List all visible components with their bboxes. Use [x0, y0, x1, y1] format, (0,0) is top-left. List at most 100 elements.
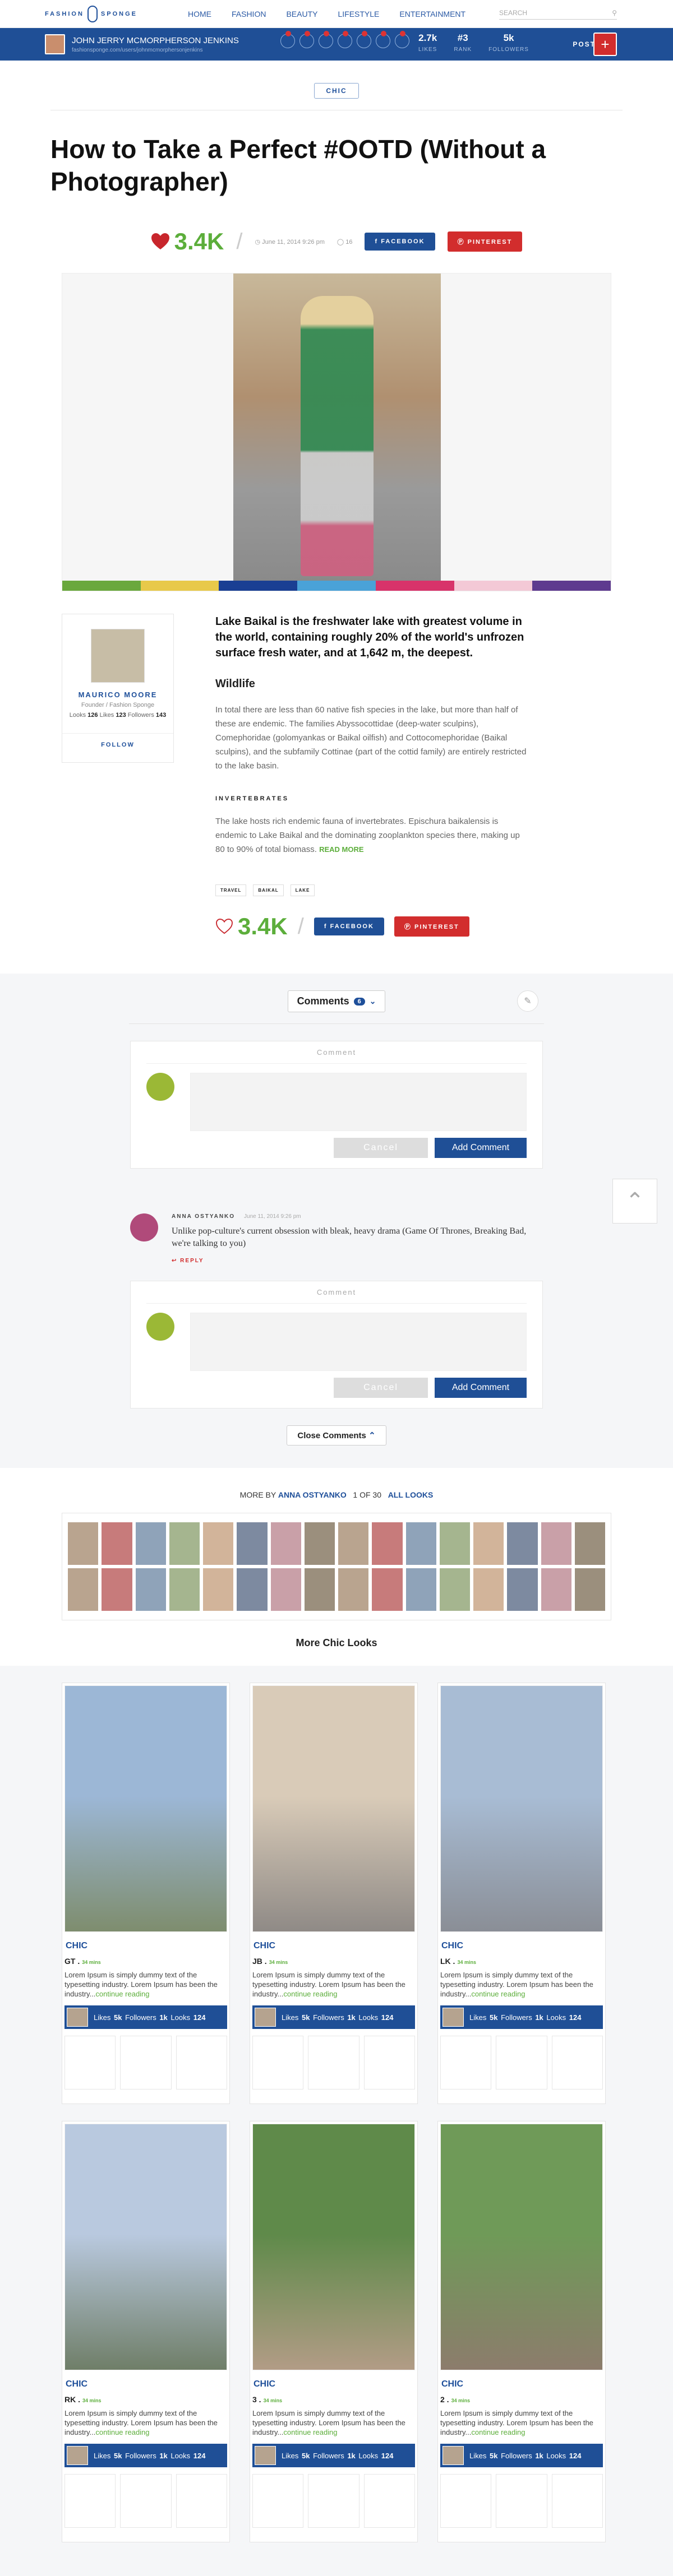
post-link[interactable]: POST [573, 40, 596, 48]
look-card[interactable]: CHIC 2 . 34 mins Lorem Ipsum is simply dumm… [437, 2121, 606, 2542]
tag-lake[interactable]: LAKE [290, 884, 315, 896]
look-image[interactable] [64, 2124, 227, 2370]
add-post-button[interactable]: + [593, 33, 617, 56]
look-author[interactable]: RK . 34 mins [64, 2395, 227, 2404]
related-slot[interactable] [120, 2036, 172, 2089]
author-name[interactable]: MAURICO MOORE [62, 691, 173, 699]
related-slot[interactable] [363, 2036, 415, 2089]
look-thumbnail[interactable] [372, 1522, 403, 1565]
more-by-author[interactable]: ANNA OSTYANKO [278, 1490, 347, 1499]
related-slot[interactable] [252, 2036, 304, 2089]
related-slot[interactable] [64, 2036, 116, 2089]
search-icon[interactable]: ⚲ [612, 9, 617, 17]
look-thumbnail[interactable] [473, 1568, 504, 1611]
site-logo[interactable]: FASHION SPONGE [45, 5, 137, 22]
look-author-avatar[interactable] [255, 2008, 276, 2027]
tag-travel[interactable]: TRAVEL [215, 884, 247, 896]
look-thumbnail[interactable] [237, 1522, 268, 1565]
look-category[interactable]: CHIC [252, 1941, 415, 1951]
pinterest-share-button[interactable]: Ⓟ PINTEREST [447, 231, 523, 252]
category-pill[interactable]: CHIC [314, 83, 359, 99]
continue-reading-link[interactable]: continue reading [283, 2428, 337, 2436]
look-author[interactable]: LK . 34 mins [440, 1957, 603, 1966]
related-slot[interactable] [551, 2474, 603, 2528]
look-thumbnail[interactable] [237, 1568, 268, 1611]
look-thumbnail[interactable] [574, 1568, 605, 1611]
continue-reading-link[interactable]: continue reading [283, 1990, 337, 1998]
menu-item-fashion[interactable]: FASHION [232, 10, 266, 18]
globe-icon[interactable] [395, 31, 409, 48]
look-author[interactable]: 3 . 34 mins [252, 2395, 415, 2404]
search-input[interactable]: SEARCH ⚲ [499, 7, 617, 20]
user-name[interactable]: JOHN JERRY MCMORPHERSON JENKINS [72, 36, 239, 45]
author-avatar[interactable] [91, 629, 145, 683]
look-author[interactable]: JB . 34 mins [252, 1957, 415, 1966]
look-author[interactable]: 2 . 34 mins [440, 2395, 603, 2404]
follow-button[interactable]: FOLLOW [62, 733, 173, 748]
look-thumbnail[interactable] [270, 1568, 301, 1611]
add-reply-button[interactable]: Add Comment [435, 1378, 527, 1398]
facebook-share-button[interactable]: f FACEBOOK [365, 233, 435, 251]
menu-item-entertainment[interactable]: ENTERTAINMENT [399, 10, 465, 18]
star-icon[interactable] [376, 31, 390, 48]
look-card[interactable]: CHIC RK . 34 mins Lorem Ipsum is simply dum… [62, 2121, 230, 2542]
user-avatar[interactable] [45, 34, 65, 54]
tag-baikal[interactable]: BAIKAL [253, 884, 284, 896]
look-thumbnail[interactable] [574, 1522, 605, 1565]
look-thumbnail[interactable] [439, 1522, 470, 1565]
look-image[interactable] [440, 2124, 603, 2370]
look-thumbnail[interactable] [541, 1568, 571, 1611]
look-image[interactable] [252, 1685, 415, 1932]
pinterest-share-button-bottom[interactable]: Ⓟ PINTEREST [394, 916, 469, 937]
comments-toggle[interactable]: Comments 6 ⌄ [287, 990, 386, 1012]
gear-icon[interactable] [357, 31, 371, 48]
read-more-link[interactable]: READ MORE [319, 845, 363, 854]
look-author-avatar[interactable] [67, 2008, 88, 2027]
related-slot[interactable] [496, 2036, 547, 2089]
related-slot[interactable] [120, 2474, 172, 2528]
cancel-button[interactable]: Cancel [334, 1138, 428, 1158]
related-slot[interactable] [308, 2036, 359, 2089]
user-icon[interactable] [338, 31, 352, 48]
look-author-avatar[interactable] [442, 2446, 464, 2465]
look-category[interactable]: CHIC [440, 1941, 603, 1951]
related-slot[interactable] [308, 2474, 359, 2528]
continue-reading-link[interactable]: continue reading [95, 1990, 149, 1998]
look-author-avatar[interactable] [255, 2446, 276, 2465]
message-icon[interactable] [299, 31, 314, 48]
scroll-top-button[interactable]: ⌃ [612, 1179, 657, 1224]
heart-icon[interactable] [151, 233, 170, 250]
related-slot[interactable] [440, 2036, 492, 2089]
look-thumbnail[interactable] [439, 1568, 470, 1611]
look-category[interactable]: CHIC [440, 2379, 603, 2389]
look-card[interactable]: CHIC 3 . 34 mins Lorem Ipsum is simply dumm… [250, 2121, 418, 2542]
continue-reading-link[interactable]: continue reading [471, 2428, 525, 2436]
continue-reading-link[interactable]: continue reading [95, 2428, 149, 2436]
edit-pencil-icon[interactable]: ✎ [517, 990, 538, 1012]
look-thumbnail[interactable] [203, 1522, 234, 1565]
look-thumbnail[interactable] [270, 1522, 301, 1565]
menu-item-home[interactable]: HOME [188, 10, 211, 18]
comment-count[interactable]: ◯ 16 [337, 238, 353, 245]
look-thumbnail[interactable] [135, 1568, 166, 1611]
heart-outline-icon[interactable] [215, 919, 233, 934]
look-author[interactable]: GT . 34 mins [64, 1957, 227, 1966]
look-thumbnail[interactable] [304, 1568, 335, 1611]
look-image[interactable] [440, 1685, 603, 1932]
look-thumbnail[interactable] [169, 1522, 200, 1565]
continue-reading-link[interactable]: continue reading [471, 1990, 525, 1998]
look-thumbnail[interactable] [68, 1568, 99, 1611]
look-image[interactable] [252, 2124, 415, 2370]
look-thumbnail[interactable] [203, 1568, 234, 1611]
bell-icon[interactable] [280, 31, 295, 48]
hero-photo[interactable] [233, 274, 441, 582]
look-card[interactable]: CHIC LK . 34 mins Lorem Ipsum is simply dum… [437, 1683, 606, 2104]
look-thumbnail[interactable] [102, 1522, 132, 1565]
look-category[interactable]: CHIC [64, 1941, 227, 1951]
look-thumbnail[interactable] [473, 1522, 504, 1565]
look-thumbnail[interactable] [507, 1568, 538, 1611]
related-slot[interactable] [496, 2474, 547, 2528]
look-thumbnail[interactable] [102, 1568, 132, 1611]
look-thumbnail[interactable] [507, 1522, 538, 1565]
look-thumbnail[interactable] [338, 1568, 369, 1611]
